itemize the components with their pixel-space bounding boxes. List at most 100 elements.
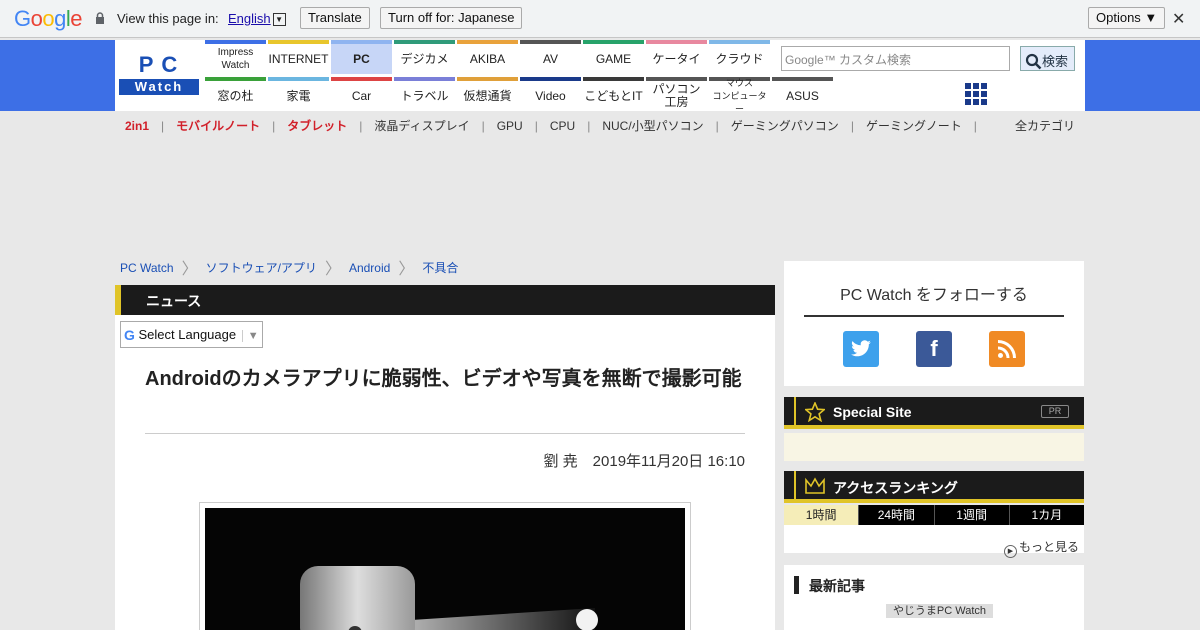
- more-label: もっと見る: [1019, 540, 1080, 554]
- subnav-item[interactable]: モバイルノート: [176, 119, 260, 133]
- subnav-separator: |: [359, 119, 363, 133]
- camera-phone-image: [205, 508, 685, 630]
- nav-item[interactable]: GAME: [583, 40, 644, 74]
- latest-tag[interactable]: やじうまPC Watch: [886, 604, 993, 618]
- article-image[interactable]: [205, 508, 685, 630]
- subnav-separator: |: [161, 119, 165, 133]
- header-divider: [794, 471, 796, 499]
- search-button-label: 検索: [1042, 54, 1069, 69]
- ranking-title: アクセスランキング: [833, 480, 958, 496]
- grid-icon[interactable]: [965, 83, 987, 105]
- header-divider: [794, 397, 796, 425]
- subnav-item[interactable]: NUC/小型パソコン: [602, 119, 703, 133]
- nav-item[interactable]: こどもとIT: [583, 77, 644, 111]
- subnav-item[interactable]: ゲーミングパソコン: [731, 119, 839, 133]
- select-language-dropdown[interactable]: G Select Language ▼: [120, 321, 263, 348]
- view-page-in-label: View this page in:: [117, 11, 219, 26]
- play-icon: ▶: [1004, 545, 1017, 558]
- translate-button[interactable]: Translate: [300, 7, 370, 29]
- options-button[interactable]: Options ▼: [1088, 7, 1166, 29]
- twitter-bird-icon: [851, 340, 871, 357]
- subnav-item[interactable]: 液晶ディスプレイ: [374, 119, 469, 133]
- google-logo: Google: [14, 6, 83, 31]
- star-icon: [805, 402, 825, 422]
- subnav-item[interactable]: タブレット: [287, 119, 347, 133]
- pr-badge: PR: [1041, 405, 1069, 418]
- dropdown-arrow-icon[interactable]: ▼: [272, 13, 286, 27]
- ranking-header: アクセスランキング: [784, 471, 1084, 503]
- chevron-right-icon: 〉: [181, 261, 198, 278]
- article-title: Androidのカメラアプリに脆弱性、ビデオや写真を無断で撮影可能: [145, 368, 742, 390]
- breadcrumb-item[interactable]: PC Watch: [120, 261, 174, 275]
- subnav-item[interactable]: ゲーミングノート: [866, 119, 962, 133]
- follow-panel: [784, 261, 1084, 386]
- nav-item[interactable]: 仮想通貨: [457, 77, 518, 111]
- select-language-label: Select Language: [138, 327, 237, 342]
- nav-item[interactable]: パソコン 工房: [646, 77, 707, 111]
- subnav-item[interactable]: GPU: [497, 119, 523, 133]
- pc-watch-logo[interactable]: PC Watch: [119, 53, 199, 95]
- latest-title: 最新記事: [794, 576, 865, 594]
- nav-item[interactable]: トラベル: [394, 77, 455, 111]
- title-divider: [145, 433, 745, 434]
- nav-item[interactable]: クラウド: [709, 40, 770, 74]
- nav-item[interactable]: AKIBA: [457, 40, 518, 74]
- search-button[interactable]: 検索: [1020, 46, 1075, 71]
- nav-item[interactable]: マウス コンピューター: [709, 77, 770, 114]
- impress-site-link[interactable]: Impress サイト: [993, 86, 1075, 103]
- nav-item[interactable]: AV: [520, 40, 581, 74]
- ranking-tab[interactable]: 1カ月: [1008, 505, 1084, 525]
- ranking-tab[interactable]: 1週間: [933, 505, 1009, 525]
- nav-item[interactable]: ケータイ: [646, 40, 707, 74]
- nav-item[interactable]: 家電: [268, 77, 329, 111]
- author-date: 劉 尭 2019年11月20日 16:10: [543, 453, 746, 470]
- ranking-tabs: 1時間 24時間 1週間 1カ月: [784, 505, 1084, 525]
- subnav-item[interactable]: 2in1: [125, 119, 149, 133]
- subnav-separator: |: [481, 119, 485, 133]
- search-input[interactable]: Google™ カスタム検索: [781, 46, 1010, 71]
- logo-watch-text: Watch: [134, 79, 184, 94]
- google-translate-bar: Google View this page in: English ▼ Trans…: [0, 0, 1200, 38]
- language-select[interactable]: English ▼: [228, 11, 286, 27]
- special-site-title: Special Site: [833, 404, 912, 420]
- close-icon[interactable]: ✕: [1172, 9, 1185, 28]
- chevron-right-icon: 〉: [324, 261, 341, 278]
- language-value[interactable]: English: [228, 11, 271, 26]
- category-subnav: 2in1 | モバイルノート | タブレット | 液晶ディスプレイ | GPU | CPU | NUC/…: [125, 117, 989, 134]
- special-site-header: Special Site: [784, 397, 1084, 429]
- breadcrumb-item[interactable]: ソフトウェア/アプリ: [206, 261, 317, 275]
- chevron-right-icon: 〉: [398, 261, 415, 278]
- nav-item[interactable]: デジカメ: [394, 40, 455, 74]
- google-g-icon: G: [124, 327, 135, 343]
- latest-panel: [784, 565, 1084, 630]
- twitter-icon[interactable]: [843, 331, 879, 367]
- turn-off-button[interactable]: Turn off for: Japanese: [380, 7, 523, 29]
- breadcrumb: PC Watch 〉ソフトウェア/アプリ〉 Android 〉不具合: [120, 255, 458, 279]
- subnav-separator: |: [272, 119, 276, 133]
- follow-title: PC Watch をフォローする: [804, 281, 1064, 317]
- breadcrumb-item[interactable]: Android: [349, 261, 390, 275]
- subnav-separator: |: [715, 119, 719, 133]
- subnav-separator: |: [973, 119, 977, 133]
- nav-item[interactable]: INTERNET: [268, 40, 329, 74]
- breadcrumb-item[interactable]: 不具合: [422, 261, 458, 275]
- nav-item[interactable]: 窓の杜: [205, 77, 266, 111]
- section-title: ニュース: [146, 293, 202, 309]
- nav-item[interactable]: Video: [520, 77, 581, 111]
- more-link[interactable]: ▶ もっと見る: [1004, 538, 1079, 558]
- nav-item[interactable]: ASUS: [772, 77, 833, 111]
- ranking-tab[interactable]: 1時間: [784, 505, 859, 525]
- nav-item[interactable]: PC: [331, 40, 392, 74]
- section-header: ニュース: [115, 285, 775, 315]
- subnav-item[interactable]: CPU: [550, 119, 575, 133]
- all-categories-link[interactable]: 全カテゴリ: [1015, 117, 1075, 134]
- facebook-icon[interactable]: f: [916, 331, 952, 367]
- search-icon: [1025, 53, 1042, 70]
- nav-item[interactable]: Impress Watch: [205, 40, 266, 74]
- search-placeholder: Google™ カスタム検索: [785, 53, 912, 67]
- subnav-separator: |: [587, 119, 591, 133]
- lock-icon: [96, 12, 104, 24]
- nav-item[interactable]: Car: [331, 77, 392, 111]
- ranking-tab[interactable]: 24時間: [858, 505, 934, 525]
- rss-icon[interactable]: [989, 331, 1025, 367]
